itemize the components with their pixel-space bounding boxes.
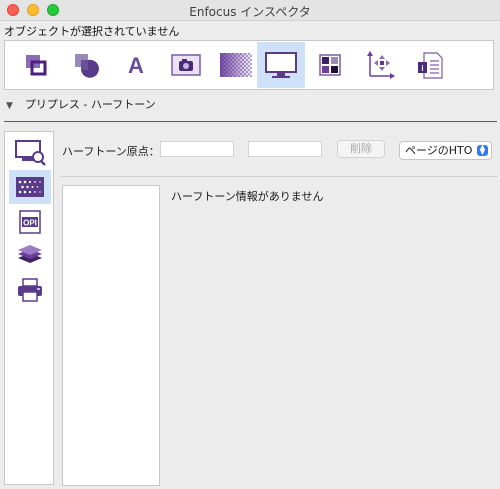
tool-document-info[interactable]: i [405,42,455,88]
monitor-magnify-icon [15,140,46,166]
halftone-list[interactable] [62,185,160,486]
transparency-icon [220,53,252,77]
document-info-icon: i [418,52,443,79]
content-divider [61,176,497,177]
tool-text[interactable]: A [111,42,161,88]
delete-button[interactable]: 削除 [337,140,385,158]
color-swatch-icon [319,54,341,76]
tool-image[interactable] [161,42,211,88]
prepress-sidebar: OPI [4,131,54,485]
section-title: プリプレス - ハーフトーン [24,98,156,111]
text-icon: A [128,53,144,78]
halftone-source-select[interactable]: ページのHTO ▲ ▼ [399,141,492,160]
inspector-window: Enfocus インスペクタ オブジェクトが選択されていません A i ▼ プリ… [0,0,500,489]
tool-transparency[interactable] [211,42,261,88]
halftone-source-value: ページのHTO [405,144,473,157]
sidebar-item-print[interactable] [9,273,51,307]
title-bar: Enfocus インスペクタ [0,0,500,21]
halftone-origin-x-field[interactable] [160,141,234,157]
image-icon [171,54,201,76]
sidebar-item-preview[interactable] [9,135,51,169]
tool-object-arrange[interactable] [11,42,61,88]
tool-prepress[interactable] [257,42,305,88]
no-halftone-info-message: ハーフトーン情報がありません [171,190,324,203]
position-axes-icon [367,51,395,79]
chevron-updown-icon: ▲ ▼ [477,144,488,156]
section-divider [4,121,497,122]
halftone-origin-y-field[interactable] [248,141,322,157]
printer-icon [18,278,42,302]
tool-color[interactable] [305,42,355,88]
opi-icon: OPI [19,210,41,234]
sidebar-item-opi[interactable]: OPI [9,205,51,239]
inspector-toolbar: A i [4,40,494,90]
tool-position[interactable] [355,42,405,88]
sidebar-item-halftone[interactable] [9,170,51,204]
section-header[interactable]: ▼ プリプレス - ハーフトーン [6,96,156,112]
layers-icon [18,245,42,263]
svg-text:A: A [128,53,144,78]
svg-text:OPI: OPI [23,219,37,228]
svg-text:i: i [421,64,423,73]
fill-stroke-icon [75,54,99,78]
tool-fill-stroke[interactable] [61,42,111,88]
window-title: Enfocus インスペクタ [189,5,311,19]
prepress-monitor-icon [265,52,297,78]
sidebar-item-layers[interactable] [9,238,51,272]
object-arrange-icon [26,55,47,76]
disclosure-triangle-icon[interactable]: ▼ [6,101,13,111]
halftone-icon [16,177,44,197]
selection-status-text: オブジェクトが選択されていません [4,25,180,38]
halftone-origin-label: ハーフトーン原点： [62,145,160,158]
